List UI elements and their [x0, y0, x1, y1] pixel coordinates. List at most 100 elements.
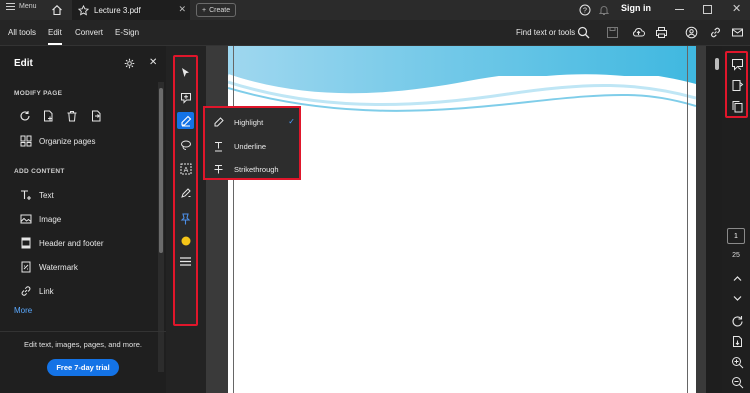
add-image-item[interactable]: Image: [20, 213, 61, 225]
panel-scroll-thumb[interactable]: [159, 88, 163, 253]
star-icon[interactable]: [78, 4, 89, 16]
pdf-page[interactable]: [228, 46, 696, 393]
strikethrough-icon: [214, 164, 223, 173]
svg-text:A: A: [183, 167, 188, 174]
add-text-icon: [21, 190, 31, 200]
refresh-icon[interactable]: [731, 315, 744, 328]
plus-icon: +: [202, 6, 207, 14]
watermark-item[interactable]: Watermark: [20, 261, 78, 273]
select-tool-icon[interactable]: [177, 64, 194, 81]
maximize-icon[interactable]: [703, 5, 712, 14]
zoom-out-icon[interactable]: [731, 376, 744, 389]
strikethrough-label: Strikethrough: [234, 164, 279, 174]
add-text-item[interactable]: Text: [20, 189, 54, 201]
menu-item-highlight[interactable]: Highlight ✓: [209, 112, 297, 132]
svg-text:?: ?: [583, 8, 587, 15]
tab-title: Lecture 3.pdf: [94, 5, 141, 15]
find-text-label[interactable]: Find text or tools: [516, 28, 575, 37]
email-icon[interactable]: [731, 26, 744, 39]
close-tab-icon[interactable]: ✕: [178, 4, 186, 15]
header-footer-item[interactable]: Header and footer: [20, 237, 104, 249]
link-icon: [21, 286, 31, 296]
current-page-input[interactable]: 1: [727, 228, 745, 244]
checkmark-icon: ✓: [288, 117, 295, 126]
text-box-icon[interactable]: A: [177, 160, 194, 177]
total-pages: 25: [732, 252, 740, 259]
sticky-note-icon[interactable]: [177, 89, 194, 106]
gear-icon[interactable]: [124, 58, 135, 69]
document-scroll-thumb[interactable]: [715, 58, 719, 70]
create-button[interactable]: + Create: [196, 3, 237, 17]
more-tools-icon[interactable]: [177, 253, 194, 270]
document-scrollbar[interactable]: [706, 46, 722, 393]
sign-in-button[interactable]: Sign in: [621, 3, 651, 13]
add-link-item[interactable]: Link: [20, 285, 54, 297]
page-border-lines: [233, 46, 688, 393]
more-link[interactable]: More: [14, 306, 32, 315]
help-icon[interactable]: ?: [579, 4, 591, 16]
chevron-up-icon[interactable]: [731, 272, 744, 285]
page-thumbnails-icon[interactable]: [731, 100, 744, 113]
tab-e-sign[interactable]: E-Sign: [115, 28, 139, 37]
underline-label: Underline: [234, 141, 267, 151]
hamburger-icon: [6, 3, 15, 10]
add-image-label: Image: [39, 214, 62, 224]
create-label: Create: [209, 6, 231, 14]
document-tab[interactable]: Lecture 3.pdf ✕: [72, 0, 190, 20]
extract-page-icon[interactable]: [90, 110, 102, 122]
free-trial-button[interactable]: Free 7-day trial: [47, 359, 119, 376]
title-bar: Menu Lecture 3.pdf ✕ + Create ? Sign in …: [0, 0, 750, 20]
chevron-down-icon[interactable]: [731, 292, 744, 305]
lasso-draw-icon[interactable]: [177, 136, 194, 153]
promo-text: Edit text, images, pages, and more.: [24, 340, 142, 349]
menu-button[interactable]: Menu: [6, 3, 37, 10]
zoom-in-icon[interactable]: [731, 356, 744, 369]
bookmark-icon[interactable]: [731, 79, 744, 92]
fill-sign-icon[interactable]: [177, 184, 194, 201]
document-viewer[interactable]: [206, 46, 706, 393]
share-user-icon[interactable]: [685, 26, 698, 39]
watermark-label: Watermark: [39, 262, 78, 272]
print-icon[interactable]: [655, 26, 668, 39]
panel-title: Edit: [14, 58, 33, 69]
highlighter-icon: [214, 116, 224, 126]
modify-page-heading: MODIFY PAGE: [14, 90, 63, 97]
tab-edit[interactable]: Edit: [48, 28, 62, 45]
menu-item-underline[interactable]: Underline: [209, 136, 297, 156]
highlight-pen-icon[interactable]: [177, 112, 194, 129]
color-picker-icon[interactable]: [177, 232, 194, 249]
highlight-label: Highlight: [234, 117, 264, 127]
save-icon[interactable]: [606, 26, 619, 39]
comments-icon[interactable]: [731, 58, 744, 71]
rotate-icon[interactable]: [19, 110, 31, 122]
delete-icon[interactable]: [66, 110, 78, 122]
link-icon[interactable]: [709, 26, 722, 39]
menu-item-strikethrough[interactable]: Strikethrough: [209, 159, 297, 179]
edit-panel: Edit ✕ MODIFY PAGE Organize pages ADD CO…: [0, 46, 166, 393]
right-rail: 1 25: [722, 46, 750, 393]
organize-pages-label: Organize pages: [39, 136, 96, 146]
comment-toolbar: A: [166, 46, 206, 393]
menu-label: Menu: [19, 3, 37, 10]
panel-scrollbar[interactable]: [158, 82, 164, 372]
main-toolbar: All tools Edit Convert E-Sign Find text …: [0, 20, 750, 46]
search-icon[interactable]: [577, 26, 590, 39]
bell-icon[interactable]: [598, 4, 610, 16]
watermark-icon: [21, 261, 31, 273]
tab-all-tools[interactable]: All tools: [8, 28, 36, 37]
close-panel-icon[interactable]: ✕: [149, 57, 157, 68]
divider: [0, 331, 166, 332]
page-download-icon[interactable]: [731, 335, 744, 348]
insert-page-icon[interactable]: [42, 110, 54, 122]
add-content-heading: ADD CONTENT: [14, 168, 65, 175]
home-icon[interactable]: [51, 4, 63, 16]
close-window-icon[interactable]: ✕: [732, 2, 741, 15]
organize-pages-item[interactable]: Organize pages: [20, 135, 95, 147]
pin-icon[interactable]: [177, 210, 194, 227]
highlight-dropdown-menu: Highlight ✓ Underline Strikethrough: [203, 106, 301, 180]
minimize-icon[interactable]: [675, 9, 684, 10]
cloud-upload-icon[interactable]: [632, 26, 645, 39]
add-link-label: Link: [39, 286, 54, 296]
header-footer-label: Header and footer: [39, 238, 104, 248]
tab-convert[interactable]: Convert: [75, 28, 103, 37]
